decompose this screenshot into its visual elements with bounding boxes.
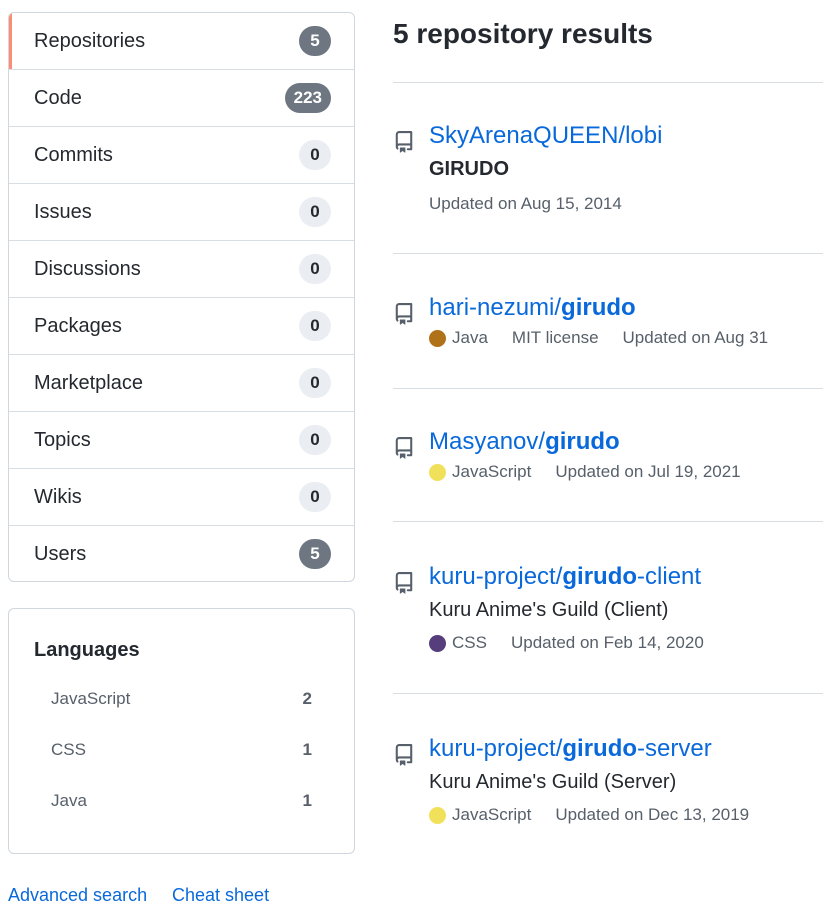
count-badge: 0 — [299, 311, 331, 341]
advanced-search-link[interactable]: Advanced search — [8, 885, 147, 906]
repo-description: Kuru Anime's Guild (Client) — [429, 599, 669, 621]
count-badge: 0 — [299, 197, 331, 227]
nav-item-topics[interactable]: Topics 0 — [9, 412, 354, 469]
repo-result: SkyArenaQUEEN/lobi GIRUDO Updated on Aug… — [393, 122, 823, 222]
repo-meta: CSS Updated on Feb 14, 2020 — [429, 633, 704, 653]
repo-language: JavaScript — [452, 462, 532, 481]
repo-meta: JavaScript Updated on Jul 19, 2021 — [429, 462, 741, 482]
repo-link[interactable]: hari-nezumi/girudo — [429, 294, 636, 322]
divider — [393, 82, 823, 83]
language-count: 1 — [302, 791, 312, 810]
divider — [393, 253, 823, 254]
updated-date: Updated on Aug 31 — [622, 328, 769, 347]
repo-meta: Java MIT license Updated on Aug 31 — [429, 328, 768, 348]
language-name: Java — [51, 791, 87, 810]
updated-date: Updated on Aug 15, 2014 — [429, 194, 622, 213]
repo-description: GIRUDO — [429, 158, 509, 180]
nav-item-label: Discussions — [34, 257, 141, 280]
repo-result: kuru-project/girudo-server Kuru Anime's … — [393, 735, 823, 835]
nav-item-commits[interactable]: Commits 0 — [9, 127, 354, 184]
nav-item-label: Topics — [34, 428, 91, 451]
nav-item-repositories[interactable]: Repositories 5 — [9, 13, 354, 70]
repo-icon — [393, 571, 417, 595]
cheat-sheet-link[interactable]: Cheat sheet — [172, 885, 269, 906]
language-filter-css[interactable]: CSS 1 — [51, 740, 312, 764]
repo-icon — [393, 743, 417, 767]
repo-language: JavaScript — [452, 805, 532, 824]
nav-item-label: Code — [34, 86, 82, 109]
nav-item-code[interactable]: Code 223 — [9, 70, 354, 127]
updated-date: Updated on Jul 19, 2021 — [555, 462, 741, 481]
language-count: 2 — [302, 689, 312, 708]
language-count: 1 — [302, 740, 312, 759]
repo-icon — [393, 436, 417, 460]
count-badge: 0 — [299, 482, 331, 512]
results-heading: 5 repository results — [393, 18, 653, 49]
nav-item-marketplace[interactable]: Marketplace 0 — [9, 355, 354, 412]
language-color-dot — [429, 329, 446, 347]
language-name: CSS — [51, 740, 86, 759]
count-badge: 0 — [299, 140, 331, 170]
repo-result: hari-nezumi/girudo Java MIT license Upda… — [393, 294, 823, 354]
repo-link[interactable]: kuru-project/girudo-server — [429, 735, 712, 763]
languages-heading: Languages — [34, 639, 140, 661]
repo-meta: JavaScript Updated on Dec 13, 2019 — [429, 805, 749, 825]
nav-item-label: Repositories — [34, 29, 146, 52]
updated-date: Updated on Feb 14, 2020 — [510, 633, 704, 652]
repo-icon — [393, 130, 417, 154]
count-badge: 5 — [299, 539, 331, 569]
repo-icon — [393, 302, 417, 326]
repo-meta: Updated on Aug 15, 2014 — [429, 194, 622, 214]
nav-item-label: Commits — [34, 143, 113, 166]
nav-item-wikis[interactable]: Wikis 0 — [9, 469, 354, 526]
divider — [393, 521, 823, 522]
count-badge: 0 — [299, 425, 331, 455]
divider — [393, 693, 823, 694]
count-badge: 223 — [284, 83, 331, 113]
repo-link[interactable]: kuru-project/girudo-client — [429, 563, 701, 591]
nav-item-users[interactable]: Users 5 — [9, 526, 354, 581]
count-badge: 0 — [299, 368, 331, 398]
repo-description: Kuru Anime's Guild (Server) — [429, 771, 677, 793]
repo-license: MIT license — [511, 328, 599, 347]
repo-link[interactable]: Masyanov/girudo — [429, 428, 620, 456]
nav-item-label: Issues — [34, 200, 92, 223]
nav-item-label: Packages — [34, 314, 122, 337]
updated-date: Updated on Dec 13, 2019 — [555, 805, 750, 824]
language-color-dot — [429, 806, 446, 824]
language-color-dot — [429, 463, 446, 481]
nav-item-discussions[interactable]: Discussions 0 — [9, 241, 354, 298]
languages-box: Languages JavaScript 2 CSS 1 Java 1 — [8, 608, 355, 854]
language-name: JavaScript — [51, 689, 131, 708]
language-color-dot — [429, 634, 446, 652]
repo-result: kuru-project/girudo-client Kuru Anime's … — [393, 563, 823, 663]
nav-item-packages[interactable]: Packages 0 — [9, 298, 354, 355]
count-badge: 0 — [299, 254, 331, 284]
count-badge: 5 — [299, 26, 331, 56]
repo-language: CSS — [452, 633, 487, 652]
repo-language: Java — [452, 328, 488, 347]
search-type-nav: Repositories 5 Code 223 Commits 0 Issues… — [8, 12, 355, 582]
language-filter-java[interactable]: Java 1 — [51, 791, 312, 815]
nav-item-label: Users — [34, 542, 87, 565]
repo-link[interactable]: SkyArenaQUEEN/lobi — [429, 122, 662, 150]
repo-result: Masyanov/girudo JavaScript Updated on Ju… — [393, 428, 823, 488]
nav-item-label: Wikis — [34, 485, 82, 508]
nav-item-label: Marketplace — [34, 371, 143, 394]
language-filter-javascript[interactable]: JavaScript 2 — [51, 689, 312, 713]
nav-item-issues[interactable]: Issues 0 — [9, 184, 354, 241]
divider — [393, 388, 823, 389]
